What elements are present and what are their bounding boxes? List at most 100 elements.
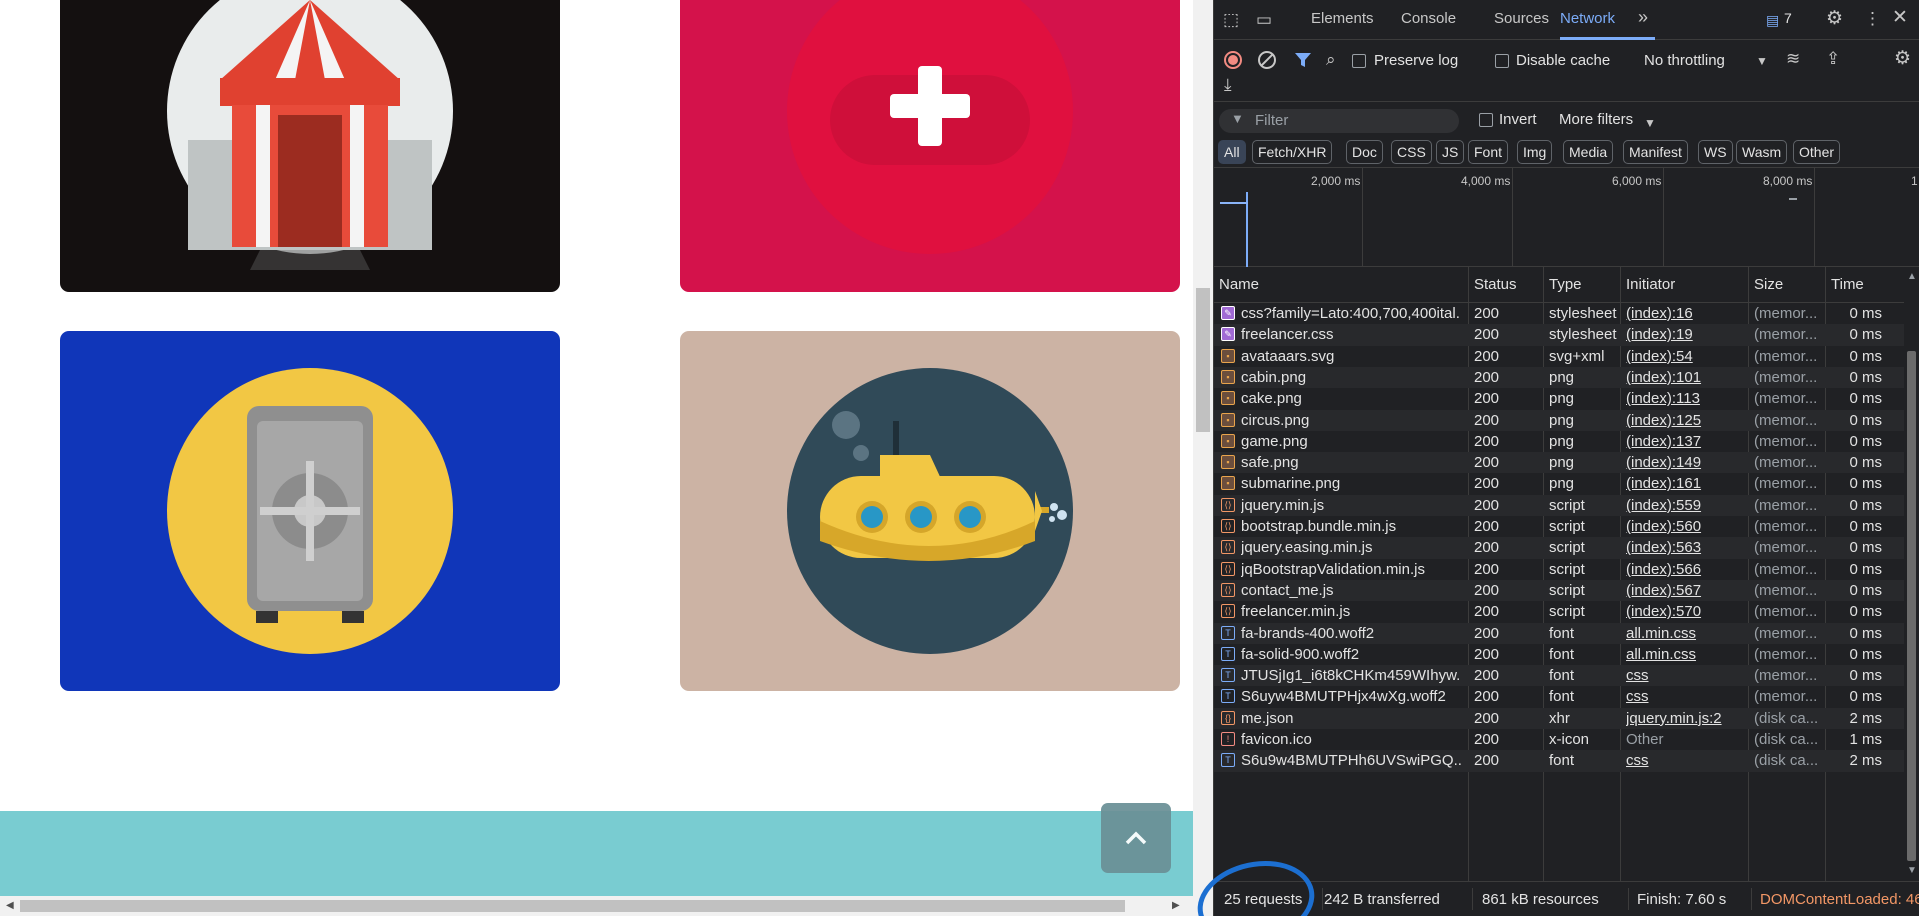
preserve-log-checkbox[interactable] [1352,54,1366,68]
type-chip-wasm[interactable]: Wasm [1736,140,1788,164]
disable-cache-label[interactable]: Disable cache [1516,52,1610,69]
request-initiator[interactable]: css [1626,752,1741,769]
request-name[interactable]: circus.png [1241,412,1461,429]
column-header-status[interactable]: Status [1474,276,1517,293]
request-name[interactable]: cabin.png [1241,369,1461,386]
request-name[interactable]: jquery.min.js [1241,497,1461,514]
tab-elements[interactable]: Elements [1311,10,1374,27]
invert-checkbox[interactable] [1479,113,1493,127]
close-icon[interactable]: ✕ [1892,8,1908,28]
table-row[interactable]: ⟨⟩ jqBootstrapValidation.min.js 200 script (… [1214,559,1904,580]
request-name[interactable]: css?family=Lato:400,700,400ital... [1241,305,1461,322]
scrollbar-thumb[interactable] [1196,288,1210,432]
request-initiator[interactable]: (index):563 [1626,539,1741,556]
more-filters-button[interactable]: More filters [1559,111,1633,128]
request-initiator[interactable]: (index):137 [1626,433,1741,450]
request-initiator[interactable]: all.min.css [1626,625,1741,642]
table-row[interactable]: ⟨⟩ freelancer.min.js 200 script (index):570 (… [1214,601,1904,622]
type-chip-font[interactable]: Font [1468,140,1509,164]
type-chip-fetch-xhr[interactable]: Fetch/XHR [1252,140,1333,164]
chevron-down-icon[interactable]: ▼ [1756,51,1768,71]
type-chip-manifest[interactable]: Manifest [1623,140,1688,164]
column-header-initiator[interactable]: Initiator [1626,276,1675,293]
portfolio-card-safe[interactable] [60,331,560,691]
type-chip-other[interactable]: Other [1793,140,1841,164]
request-initiator[interactable]: css [1626,688,1741,705]
table-row[interactable]: ✎ css?family=Lato:400,700,400ital... 200 st… [1214,303,1904,324]
request-name[interactable]: game.png [1241,433,1461,450]
record-stop-icon[interactable] [1223,50,1243,70]
request-initiator[interactable]: (index):560 [1626,518,1741,535]
filter-funnel-icon[interactable] [1294,51,1312,69]
table-row[interactable]: Tfa-brands-400.woff2 200 font all.min.css (m… [1214,622,1904,644]
request-name[interactable]: jqBootstrapValidation.min.js [1241,561,1461,578]
more-tabs-icon[interactable]: » [1638,7,1648,28]
page-horizontal-scrollbar[interactable]: ◀ ▶ [0,896,1213,916]
request-name[interactable]: avataaars.svg [1241,348,1461,365]
type-chip-css[interactable]: CSS [1391,140,1432,164]
search-icon[interactable]: ⌕ [1326,50,1336,70]
request-initiator[interactable]: (index):113 [1626,390,1741,407]
table-row[interactable]: Tfa-solid-900.woff2 200 font all.min.css (me… [1214,644,1904,665]
table-row[interactable]: ⟨⟩ jquery.easing.min.js 200 script (index):5… [1214,537,1904,559]
page-vertical-scrollbar[interactable] [1193,0,1213,896]
request-initiator[interactable]: (index):54 [1626,348,1741,365]
table-row[interactable]: ✎ freelancer.css 200 stylesheet (index):19 (m… [1214,324,1904,346]
request-initiator[interactable]: jquery.min.js:2 [1626,710,1741,727]
table-row[interactable]: ⟨⟩ bootstrap.bundle.min.js 200 script (index… [1214,516,1904,537]
request-initiator[interactable]: (index):567 [1626,582,1741,599]
portfolio-card-game[interactable] [680,0,1180,292]
request-initiator[interactable]: all.min.css [1626,646,1741,663]
issues-count[interactable]: 7 [1784,10,1792,26]
request-name[interactable]: me.json [1241,710,1461,727]
preserve-log-label[interactable]: Preserve log [1374,52,1458,69]
column-header-name[interactable]: Name [1219,276,1259,293]
column-header-size[interactable]: Size [1754,276,1783,293]
table-row[interactable]: T JTUSjIg1_i6t8kCHKm459WIhyw.... 200 font cs… [1214,665,1904,687]
request-name[interactable]: contact_me.js [1241,582,1461,599]
request-initiator[interactable]: (index):559 [1626,497,1741,514]
network-settings-icon[interactable]: ⚙ [1894,49,1911,69]
upload-har-icon[interactable]: ⇪ [1826,49,1840,69]
type-chip-doc[interactable]: Doc [1346,140,1383,164]
device-toolbar-icon[interactable]: ▭ [1256,10,1272,30]
throttling-select[interactable]: No throttling [1644,52,1725,69]
request-initiator[interactable]: (index):161 [1626,475,1741,492]
request-name[interactable]: favicon.ico [1241,731,1461,748]
network-conditions-icon[interactable]: ≋ [1786,49,1800,69]
request-initiator[interactable]: (index):16 [1626,305,1741,322]
request-initiator[interactable]: (index):125 [1626,412,1741,429]
table-row[interactable]: T S6uyw4BMUTPHjx4wXg.woff2 200 font css (memo… [1214,686,1904,707]
table-scrollbar[interactable]: ▲ ▼ [1904,267,1919,881]
request-name[interactable]: freelancer.min.js [1241,603,1461,620]
table-row[interactable]: ⟨⟩ contact_me.js 200 script (index):567 (memo… [1214,579,1904,602]
scroll-to-top-button[interactable] [1101,803,1171,873]
table-row[interactable]: {} me.json 200 xhr jquery.min.js:2 (disk ca..… [1214,707,1904,729]
clear-icon[interactable] [1257,50,1277,70]
request-name[interactable]: fa-brands-400.woff2 [1241,625,1461,642]
request-initiator[interactable]: (index):566 [1626,561,1741,578]
inspect-element-icon[interactable]: ⬚ [1223,10,1239,30]
request-initiator[interactable]: css [1626,667,1741,684]
table-row[interactable]: ▪ game.png 200 png (index):137 (memor... 0 ms [1214,431,1904,452]
table-row[interactable]: ⟨⟩ jquery.min.js 200 script (index):559 (memo… [1214,494,1904,516]
filter-input[interactable]: ▼ Filter [1219,109,1459,133]
tab-network[interactable]: Network [1560,10,1615,27]
chevron-down-icon[interactable]: ▼ [1644,113,1656,133]
request-name[interactable]: S6uyw4BMUTPHjx4wXg.woff2 [1241,688,1461,705]
disable-cache-checkbox[interactable] [1495,54,1509,68]
tab-sources[interactable]: Sources [1494,10,1549,27]
request-name[interactable]: bootstrap.bundle.min.js [1241,518,1461,535]
scroll-up-arrow-icon[interactable]: ▲ [1907,271,1917,282]
column-header-time[interactable]: Time [1831,276,1864,293]
request-name[interactable]: safe.png [1241,454,1461,471]
request-initiator[interactable]: (index):570 [1626,603,1741,620]
type-chip-img[interactable]: Img [1517,140,1553,164]
download-har-icon[interactable]: ⤓ [1224,75,1232,95]
table-row[interactable]: ▪ safe.png 200 png (index):149 (memor... 0 ms [1214,452,1904,474]
network-overview-timeline[interactable]: 2,000 ms 4,000 ms 6,000 ms 8,000 ms 1 [1214,168,1919,267]
column-header-type[interactable]: Type [1549,276,1582,293]
table-row[interactable]: ! favicon.ico 200 x-icon Other (disk ca... 1 m… [1214,729,1904,750]
request-initiator[interactable]: (index):101 [1626,369,1741,386]
type-chip-all[interactable]: All [1218,140,1246,164]
